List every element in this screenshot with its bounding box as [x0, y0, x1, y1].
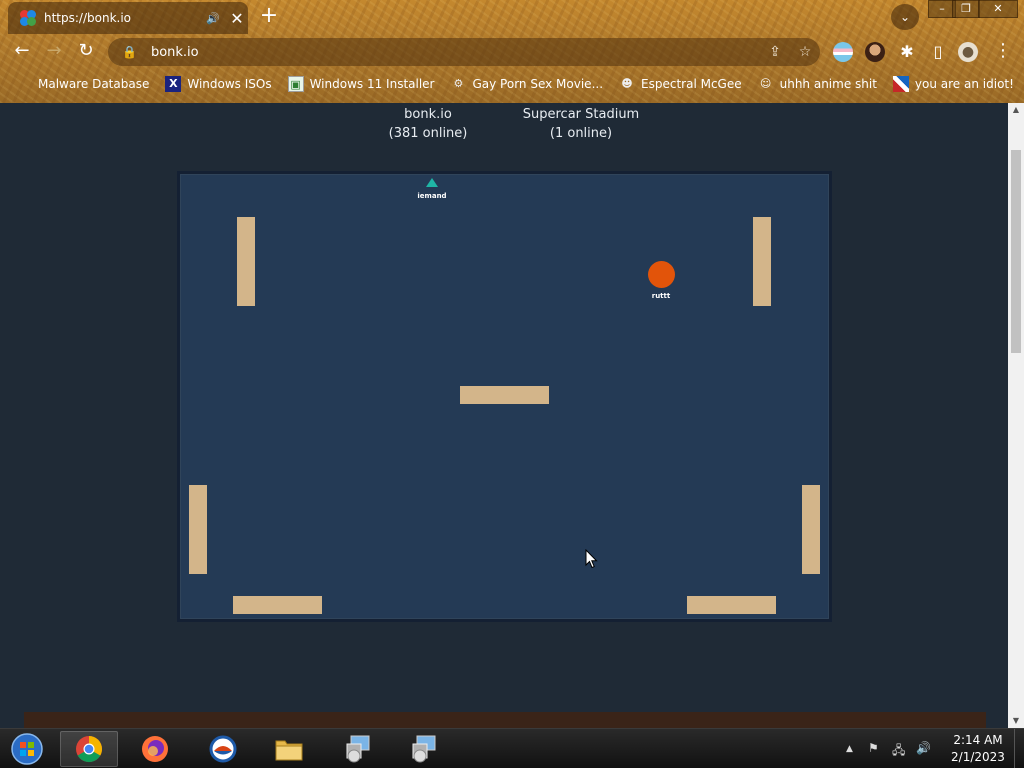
page-bottom-panel [24, 712, 986, 728]
installer-icon [412, 735, 436, 763]
server-name: bonk.io [404, 107, 452, 122]
reload-button[interactable]: ↻ [74, 40, 98, 64]
bookmark-item[interactable]: ☻ Espectral McGee [619, 76, 742, 92]
taskbar-file-explorer[interactable] [260, 731, 318, 767]
back-button[interactable]: ← [10, 40, 34, 64]
bookmark-item[interactable]: Malware Database [16, 76, 149, 92]
room-name: Supercar Stadium [522, 107, 640, 122]
firefox-icon [142, 736, 168, 762]
image-icon: ▣ [287, 76, 304, 92]
network-icon[interactable]: 🖧 [892, 741, 905, 762]
bookmark-label: Windows ISOs [187, 77, 272, 91]
site-icon: ☻ [621, 77, 633, 90]
installer-icon [346, 735, 370, 763]
extension-avatar-icon[interactable] [865, 42, 885, 62]
anime-icon: ☺ [759, 77, 772, 90]
room-online-count: (1 online) [549, 126, 613, 141]
show-desktop-button[interactable] [1014, 729, 1024, 768]
bookmark-label: Malware Database [38, 77, 150, 91]
clock-date: 2/1/2023 [951, 750, 1005, 764]
x-logo-icon: X [165, 76, 182, 92]
chrome-icon [76, 736, 103, 763]
new-tab-button[interactable]: + [258, 5, 280, 28]
clock-time: 2:14 AM [953, 733, 1003, 747]
show-hidden-icons-icon[interactable]: ▲ [846, 744, 853, 754]
scroll-up-arrow-icon[interactable]: ▲ [1008, 103, 1024, 117]
action-center-flag-icon[interactable]: ⚑ [868, 741, 879, 755]
mouse-cursor-icon [585, 549, 598, 569]
bookmark-blank-icon [16, 76, 32, 92]
bookmark-item[interactable]: ▣ Windows 11 Installer [287, 76, 435, 92]
start-button[interactable] [2, 731, 52, 767]
browser-chrome: https://bonk.io 🔊 ✕ + ⌄ – ❐ ✕ ← → ↻ 🔒 bo… [0, 0, 1024, 103]
offscreen-player-arrow-icon [426, 178, 438, 187]
player-ball [648, 261, 675, 288]
bookmark-label: Espectral McGee [641, 77, 742, 91]
bookmark-label: Windows 11 Installer [309, 77, 435, 91]
file-explorer-icon [275, 740, 303, 761]
extension-flag-icon[interactable] [833, 42, 853, 62]
system-clock[interactable]: 2:14 AM 2/1/2023 [944, 732, 1012, 766]
start-icon [11, 733, 43, 765]
web-page: bonk.io (381 online) Supercar Stadium (1… [0, 103, 1008, 728]
platform-bottom-left [233, 596, 322, 614]
site-icon: ⚙ [453, 77, 464, 90]
platform-bottom-right [687, 596, 776, 614]
window-close-button[interactable]: ✕ [978, 0, 1018, 18]
platform-center [460, 386, 549, 404]
taskbar-firefox[interactable] [126, 731, 184, 767]
forward-button[interactable]: → [42, 40, 66, 64]
browser-tab[interactable]: https://bonk.io 🔊 ✕ [8, 2, 248, 34]
tab-audio-icon[interactable]: 🔊 [206, 12, 226, 25]
room-info: Supercar Stadium (1 online) [511, 105, 651, 143]
platform-top-right [753, 217, 771, 306]
share-icon[interactable]: ⇪ [760, 44, 790, 60]
windows-taskbar: ▲ ⚑ 🖧 🔊 2:14 AM 2/1/2023 [0, 728, 1024, 768]
bookmark-label: uhhh anime shit [779, 77, 877, 91]
taskbar-installer-1[interactable] [328, 731, 386, 767]
volume-icon[interactable]: 🔊 [916, 741, 931, 755]
bookmark-item[interactable]: ⚙ Gay Porn Sex Movie... [450, 76, 603, 92]
side-panel-icon[interactable]: ▯ [928, 42, 948, 62]
navigation-bar: ← → ↻ 🔒 bonk.io ⇪ ☆ ✱ ▯ ● ⋮ [0, 36, 1024, 68]
tab-title: https://bonk.io [44, 11, 132, 25]
server-info: bonk.io (381 online) [378, 105, 478, 143]
bookmark-label: Gay Porn Sex Movie... [472, 77, 604, 91]
game-canvas[interactable]: iemand ruttt [177, 171, 832, 622]
bookmarks-bar: Malware Database X Windows ISOs ▣ Window… [0, 72, 1024, 96]
extensions-puzzle-icon[interactable]: ✱ [897, 42, 917, 62]
bookmark-item[interactable]: you are an idiot! [892, 76, 1014, 92]
browser-menu-icon[interactable]: ⋮ [994, 40, 1012, 61]
bookmark-star-icon[interactable]: ☆ [790, 44, 820, 60]
flag-icon [892, 76, 909, 92]
platform-bottom-right-vertical [802, 485, 820, 574]
tab-close-icon[interactable]: ✕ [226, 9, 248, 28]
bookmark-item[interactable]: X Windows ISOs [165, 76, 272, 92]
page-scrollbar[interactable]: ▲ ▼ [1008, 103, 1024, 728]
player-name-ball: ruttt [651, 292, 671, 300]
lock-icon[interactable]: 🔒 [122, 45, 137, 59]
internet-explorer-icon [209, 735, 237, 763]
profile-avatar-icon[interactable]: ● [958, 42, 978, 62]
platform-top-left [237, 217, 255, 306]
address-bar[interactable]: 🔒 bonk.io ⇪ ☆ [108, 38, 820, 66]
taskbar-chrome[interactable] [60, 731, 118, 767]
scroll-down-arrow-icon[interactable]: ▼ [1008, 714, 1024, 728]
tab-favicon-icon [20, 10, 36, 26]
window-restore-button[interactable]: ❐ [952, 0, 980, 18]
server-online-count: (381 online) [388, 126, 468, 141]
scroll-thumb[interactable] [1011, 150, 1021, 353]
player-name-offscreen: iemand [417, 192, 447, 200]
tab-search-button[interactable]: ⌄ [891, 4, 919, 30]
bookmark-label: you are an idiot! [914, 77, 1014, 91]
taskbar-internet-explorer[interactable] [194, 731, 252, 767]
taskbar-installer-2[interactable] [394, 731, 452, 767]
bookmark-item[interactable]: ☺ uhhh anime shit [758, 76, 877, 92]
address-url[interactable]: bonk.io [151, 45, 760, 60]
platform-bottom-left-vertical [189, 485, 207, 574]
